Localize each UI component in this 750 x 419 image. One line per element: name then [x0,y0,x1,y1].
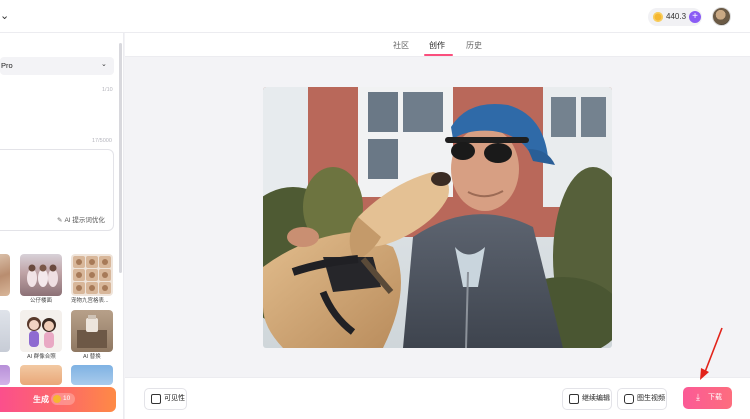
download-button[interactable]: ⤓ 下载 [683,387,732,409]
template-thumbnail[interactable] [0,254,10,296]
avatar[interactable] [712,7,731,26]
tab-community[interactable]: 社区 [393,40,409,51]
image-to-video-button[interactable]: 图生视频 [617,388,667,410]
ai-optimize-label: AI 提示词优化 [64,217,105,224]
prompt-char-counter: 17/5000 [92,138,112,144]
man-with-dog-photo [263,87,612,348]
pet-grid-illustration [73,256,111,294]
title-char-counter: 1/10 [102,87,113,93]
visibility-button[interactable]: 可见性 [144,388,187,410]
template-thumbnail[interactable] [20,365,62,385]
edit-icon [569,394,579,404]
video-icon [624,394,634,404]
product-replace-illustration [77,315,107,348]
template-thumbnail[interactable] [0,310,10,352]
generate-button[interactable]: 生成 10 [0,387,116,412]
template-label: 公仔楼面 [30,298,53,304]
continue-edit-label: 继续编辑 [582,395,610,402]
chevron-down-icon[interactable]: ⌄ [0,9,9,23]
image-to-video-label: 图生视频 [637,395,665,402]
visibility-icon [151,394,161,404]
template-thumbnail[interactable] [20,310,62,352]
generate-cost-badge: 10 [51,393,75,405]
template-label: 宠物九宫格表... [71,298,109,304]
coin-icon [53,395,61,403]
figurine-illustration [27,264,58,287]
panel-scrollbar[interactable] [119,43,122,273]
credits-pill[interactable]: 440.3 + [648,8,702,26]
download-label: 下载 [708,394,722,401]
template-label: AI 群像合照 [27,354,56,360]
generated-image[interactable] [263,87,612,348]
model-select[interactable]: Pro ⌄ [0,57,114,75]
template-thumbnail[interactable] [71,310,113,352]
generate-label: 生成 [33,395,49,404]
coin-icon [653,12,663,22]
download-icon: ⤓ [696,392,700,402]
generate-cost: 10 [63,395,71,402]
add-credits-icon[interactable]: + [689,11,701,23]
active-tab-indicator [424,54,453,56]
group-photo-illustration [27,317,56,348]
template-label: AI 替换 [83,354,101,360]
tab-create[interactable]: 创作 [429,40,445,51]
result-toolbar: 可见性 继续编辑 图生视频 [125,377,750,419]
template-thumbnail[interactable] [71,365,113,385]
credits-balance: 440.3 [666,12,687,21]
continue-edit-button[interactable]: 继续编辑 [562,388,612,410]
creation-panel: Pro ⌄ 1/10 17/5000 ✎ AI 提示词优化 公仔楼面 宠物九宫格… [0,33,124,419]
chevron-down-icon: ⌄ [101,61,107,68]
top-bar: ⌄ 440.3 + [0,0,750,33]
template-thumbnail[interactable] [0,365,10,385]
tab-history[interactable]: 历史 [466,40,482,51]
sparkle-icon: ✎ [57,217,63,224]
model-select-value: Pro [1,61,13,70]
template-thumbnail[interactable] [20,254,62,296]
ai-prompt-optimize-button[interactable]: ✎ AI 提示词优化 [57,216,105,225]
template-thumbnail[interactable] [71,254,113,296]
visibility-label: 可见性 [164,395,185,402]
